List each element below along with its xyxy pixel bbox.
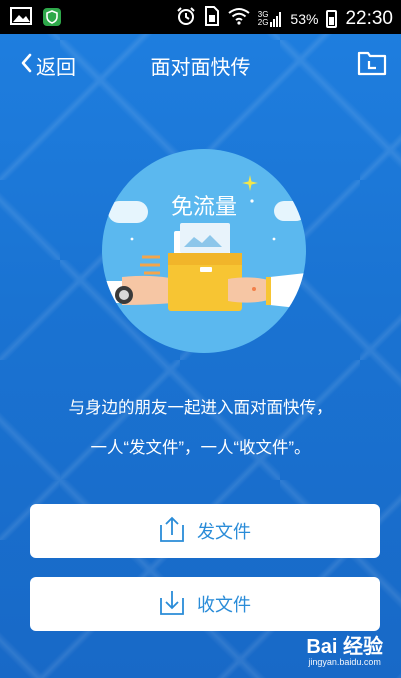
baidu-jingyan-watermark: Bai 经验 jingyan.baidu.com <box>306 630 383 667</box>
download-icon <box>159 588 185 621</box>
shield-app-icon <box>42 7 62 31</box>
folder-history-icon <box>357 51 387 80</box>
status-bar-left <box>10 7 62 31</box>
status-bar-right: 3G 2G 53% 22:30 <box>176 6 393 31</box>
instruction-text: 与身边的朋友一起进入面对面快传， 一人“发文件”，一人“收文件”。 <box>0 388 401 468</box>
send-file-label: 发文件 <box>197 522 251 542</box>
instruction-line-1: 与身边的朋友一起进入面对面快传， <box>68 399 333 417</box>
app-header: 返回 面对面快传 <box>0 34 401 92</box>
clock: 22:30 <box>345 7 393 29</box>
alarm-icon <box>176 6 196 31</box>
instruction-line-2: 一人“发文件”，一人“收文件”。 <box>90 439 311 457</box>
battery-percent: 53% <box>290 10 319 27</box>
battery-icon <box>326 9 338 28</box>
app-screen: 3G 2G 53% 22:30 返回 面对面快传 免流量 与身边的朋友一起进入面… <box>0 0 401 678</box>
receive-file-button[interactable]: 收文件 <box>30 577 380 631</box>
send-file-button[interactable]: 发文件 <box>30 504 380 558</box>
receive-file-label: 收文件 <box>197 595 251 615</box>
upload-icon <box>159 515 185 548</box>
sim-icon <box>204 6 220 31</box>
signal-icon: 3G 2G <box>257 10 283 27</box>
watermark-brand: Bai 经验 <box>306 636 383 658</box>
network-2g-label: 2G <box>257 17 269 27</box>
folder-history-button[interactable] <box>357 48 387 76</box>
hero-illustration: 免流量 <box>102 149 306 353</box>
watermark-url: jingyan.baidu.com <box>308 657 381 667</box>
file-handoff-illustration <box>102 199 306 311</box>
gallery-icon <box>10 7 32 31</box>
page-title: 面对面快传 <box>150 57 251 79</box>
network-label: 3G 2G <box>257 10 269 27</box>
wifi-icon <box>228 7 250 30</box>
status-bar: 3G 2G 53% 22:30 <box>0 0 401 34</box>
